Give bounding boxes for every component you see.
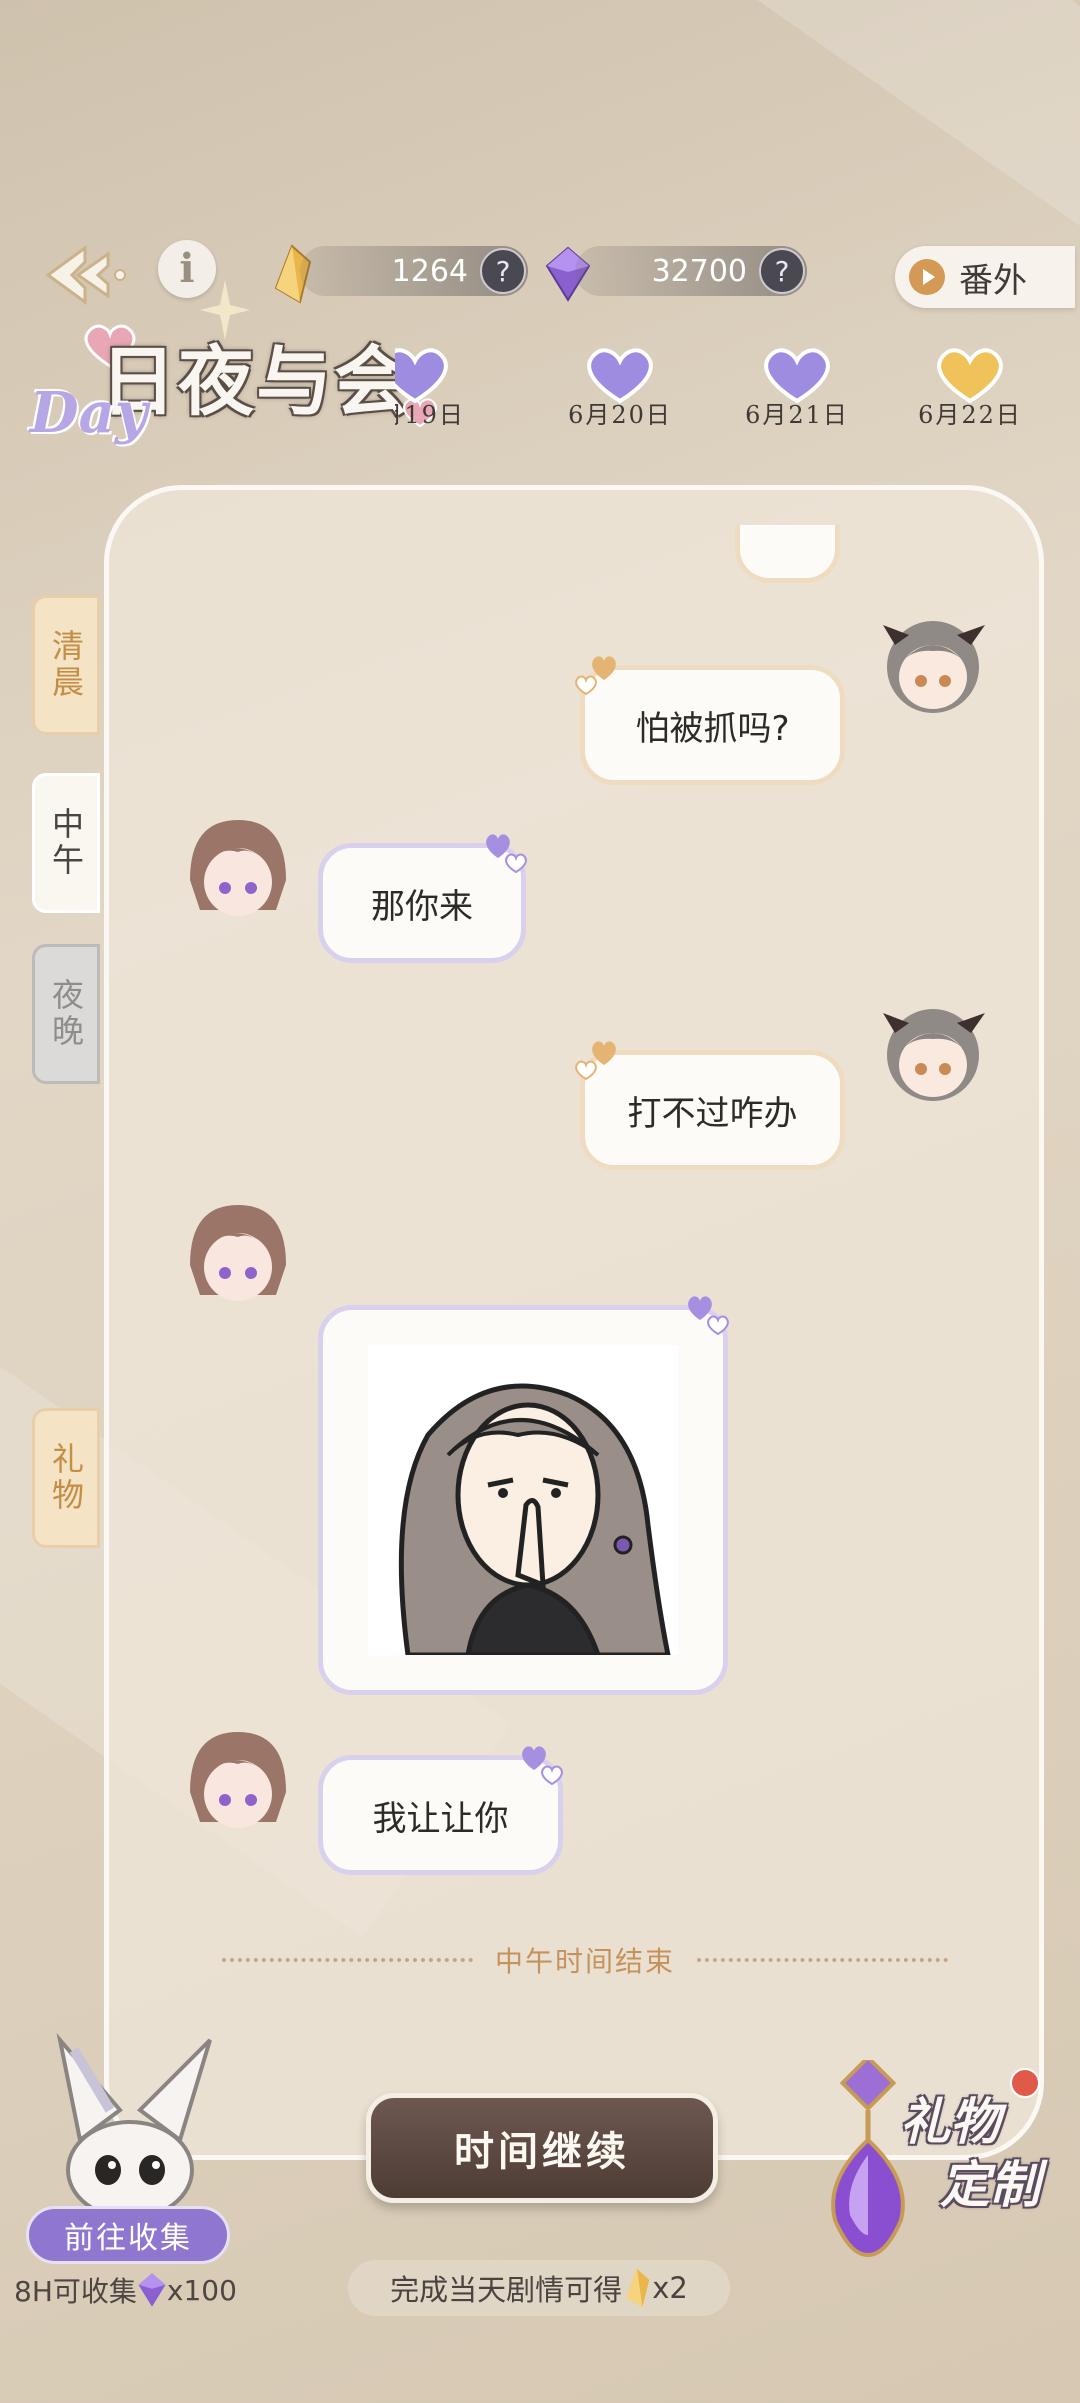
date-item-0621[interactable]: 6月21日 <box>717 345 877 435</box>
chat-message-text: 怕被抓吗? <box>635 708 790 749</box>
heart-icon <box>688 1296 729 1336</box>
currency-gold-display: 1264 ? <box>300 246 528 296</box>
avatar-gray-hair <box>875 605 991 721</box>
heart-icon <box>575 656 616 696</box>
section-end-divider: 中午时间结束 <box>200 1940 970 1980</box>
chat-message-text: 打不过咋办 <box>627 1093 798 1134</box>
title-day-text: Day <box>30 380 148 446</box>
chat-message-text: 我让让你 <box>372 1798 509 1839</box>
gift-custom-line2: 定制 <box>940 2155 1040 2214</box>
chat-message-text: 那你来 <box>371 886 473 927</box>
date-label: 6月22日 <box>918 401 1022 429</box>
tab-morning[interactable]: 清晨 <box>32 595 100 735</box>
info-icon: i <box>179 245 195 292</box>
sticker-image[interactable] <box>368 1345 678 1655</box>
light-ray <box>602 0 1080 236</box>
date-label: 6月20日 <box>568 401 672 429</box>
collect-note-suffix: x100 <box>166 2273 237 2307</box>
chat-bubble-partial <box>735 525 840 583</box>
heart-icon <box>486 834 527 874</box>
play-icon <box>909 259 945 295</box>
reward-count: x2 <box>652 2271 688 2305</box>
purple-gem-icon <box>138 2273 166 2307</box>
currency-gem-value: 32700 <box>651 253 747 289</box>
reward-text: 完成当天剧情可得 <box>390 2273 623 2307</box>
extra-story-button[interactable]: 番外 <box>895 246 1075 308</box>
collect-note-prefix: 8H可收集 <box>14 2275 137 2308</box>
story-reward-info: 完成当天剧情可得 x2 <box>348 2260 730 2316</box>
gift-custom-line1: 礼物 <box>900 2092 1000 2151</box>
avatar-brown-hair <box>180 1722 296 1838</box>
heart-icon <box>575 1041 616 1081</box>
avatar-gray-hair <box>875 993 991 1109</box>
tab-night[interactable]: 夜晚 <box>32 944 100 1084</box>
currency-gem-display: 32700 ? <box>575 246 807 296</box>
avatar-brown-hair <box>180 810 296 926</box>
notification-dot <box>1010 2068 1040 2098</box>
dotted-line <box>697 1958 949 1962</box>
date-label: 6月21日 <box>745 401 849 429</box>
date-label: 6月19日 <box>395 401 465 429</box>
date-item-0622[interactable]: 6月22日 <box>890 345 1080 435</box>
currency-gold-value: 1264 <box>391 253 468 289</box>
rabbit-mascot-icon[interactable] <box>40 2030 220 2220</box>
date-item-0619[interactable]: 6月19日 <box>395 345 495 435</box>
currency-gem-help-button[interactable]: ? <box>759 248 805 294</box>
gold-crystal-icon <box>626 2268 650 2308</box>
avatar-brown-hair <box>180 1195 296 1311</box>
section-end-text: 中午时间结束 <box>495 1945 676 1978</box>
currency-gold-help-button[interactable]: ? <box>480 248 526 294</box>
continue-button[interactable]: 时间继续 <box>366 2093 718 2203</box>
heart-icon <box>522 1746 563 1786</box>
chat-sticker-bubble <box>318 1305 728 1695</box>
tab-gift[interactable]: 礼物 <box>32 1408 100 1548</box>
collect-note: 8H可收集 x100 <box>14 2270 237 2310</box>
dotted-line <box>222 1958 473 1962</box>
go-collect-button[interactable]: 前往收集 <box>26 2206 230 2264</box>
extra-story-label: 番外 <box>959 260 1027 301</box>
date-item-0620[interactable]: 6月20日 <box>540 345 700 435</box>
tab-noon[interactable]: 中午 <box>32 773 100 913</box>
